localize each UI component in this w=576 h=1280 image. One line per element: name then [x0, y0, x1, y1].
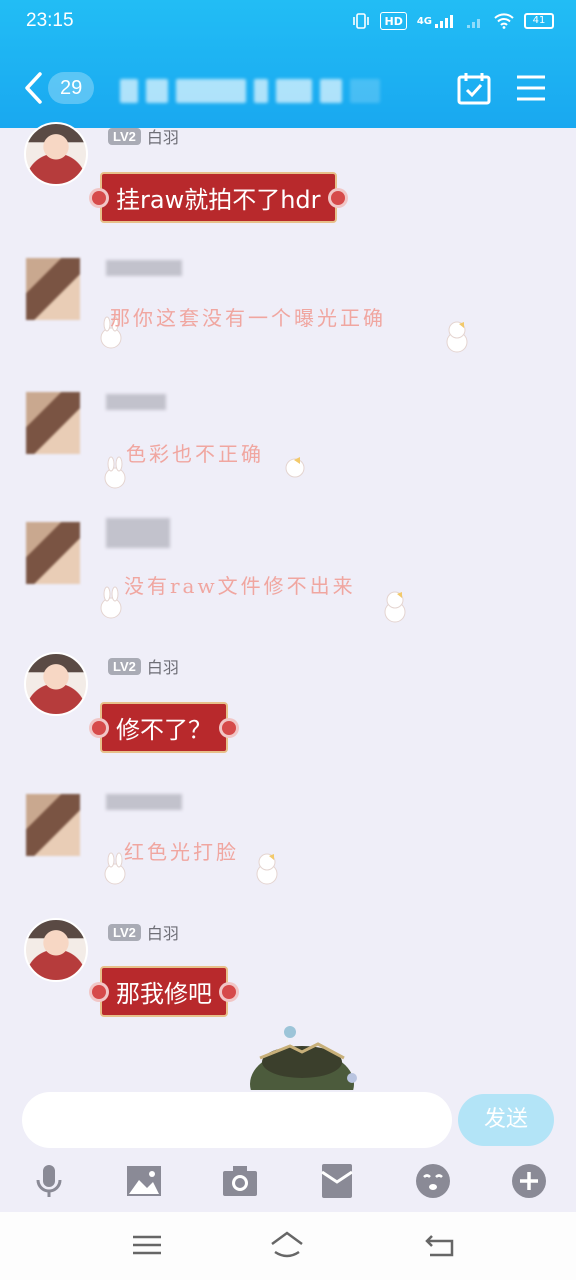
- level-badge: LV2: [108, 657, 141, 675]
- cat-sticker-icon: [256, 853, 278, 885]
- sender-name: 白羽: [146, 924, 179, 943]
- message-item: 红色光打脸: [0, 786, 576, 906]
- chat-header: 29: [0, 60, 576, 120]
- hd-icon: HD: [380, 12, 407, 30]
- message-item: LV2 白羽 修不了？: [0, 650, 576, 760]
- home-icon[interactable]: [270, 1230, 304, 1260]
- image-icon[interactable]: [125, 1162, 163, 1200]
- chat-toolbar: [0, 1158, 576, 1208]
- signal2-icon: [466, 12, 484, 30]
- sender-name: 白羽: [146, 658, 179, 677]
- signal-icon: 4G: [417, 12, 456, 30]
- cat-sticker-icon: [384, 591, 406, 623]
- calendar-button[interactable]: [456, 70, 492, 106]
- avatar[interactable]: [26, 258, 80, 320]
- sender-name-blurred: [106, 394, 166, 410]
- camera-icon[interactable]: [221, 1162, 259, 1200]
- calendar-check-icon: [457, 73, 491, 105]
- recents-icon[interactable]: [130, 1230, 164, 1260]
- emoji-icon[interactable]: [414, 1162, 452, 1200]
- sender-name-blurred: [106, 260, 182, 276]
- message-input[interactable]: [22, 1092, 452, 1148]
- level-badge: LV2: [108, 127, 141, 145]
- message-bubble[interactable]: 那你这套没有一个曝光正确: [110, 302, 386, 331]
- sender-name-blurred: [106, 794, 182, 810]
- battery-icon: 41: [524, 13, 554, 29]
- avatar[interactable]: [24, 918, 88, 982]
- status-bar: 23:15 HD 4G 41: [0, 0, 576, 44]
- avatar[interactable]: [26, 392, 80, 454]
- avatar[interactable]: [26, 794, 80, 856]
- sticker-image[interactable]: [240, 1022, 364, 1090]
- message-bubble[interactable]: 修不了？: [92, 702, 236, 753]
- message-item: LV2 白羽 那我修吧: [0, 916, 576, 1026]
- sender-name: 白羽: [146, 128, 179, 147]
- red-packet-icon[interactable]: [318, 1162, 356, 1200]
- avatar[interactable]: [24, 652, 88, 716]
- message-item: 那你这套没有一个曝光正确: [0, 254, 576, 374]
- status-time: 23:15: [26, 10, 74, 31]
- message-item: 没有raw文件修不出来: [0, 512, 576, 632]
- back-nav-icon[interactable]: [424, 1230, 458, 1260]
- menu-button[interactable]: [515, 72, 547, 104]
- bunny-sticker-icon: [104, 456, 126, 489]
- message-bubble[interactable]: 红色光打脸: [124, 836, 239, 865]
- avatar[interactable]: [24, 122, 88, 186]
- cat-sticker-icon: [446, 321, 468, 353]
- bunny-sticker-icon: [100, 586, 122, 619]
- system-nav-bar: [0, 1212, 576, 1280]
- chat-title-blurred: [120, 74, 440, 108]
- vibrate-icon: [352, 12, 370, 30]
- chevron-left-icon: [25, 72, 42, 104]
- cat-sticker-icon: [285, 457, 305, 478]
- back-button[interactable]: 29: [22, 70, 108, 106]
- message-bubble[interactable]: 没有raw文件修不出来: [124, 570, 356, 599]
- mic-icon[interactable]: [30, 1162, 68, 1200]
- hamburger-icon: [517, 75, 545, 101]
- avatar[interactable]: [26, 522, 80, 584]
- message-bubble[interactable]: 挂raw就拍不了hdr: [92, 172, 345, 223]
- unread-count-badge: 29: [48, 72, 95, 104]
- plus-icon[interactable]: [510, 1162, 548, 1200]
- top-bar: 23:15 HD 4G 41 29: [0, 0, 576, 128]
- sender-name-blurred: [106, 518, 170, 548]
- message-bubble[interactable]: 色彩也不正确: [126, 438, 264, 467]
- send-button[interactable]: 发送: [458, 1094, 554, 1146]
- wifi-icon: [494, 12, 514, 30]
- message-item: 色彩也不正确: [0, 382, 576, 502]
- message-bubble[interactable]: 那我修吧: [92, 966, 236, 1017]
- composer: 发送: [0, 1090, 576, 1150]
- message-item: LV2 白羽 挂raw就拍不了hdr: [0, 118, 576, 228]
- level-badge: LV2: [108, 923, 141, 941]
